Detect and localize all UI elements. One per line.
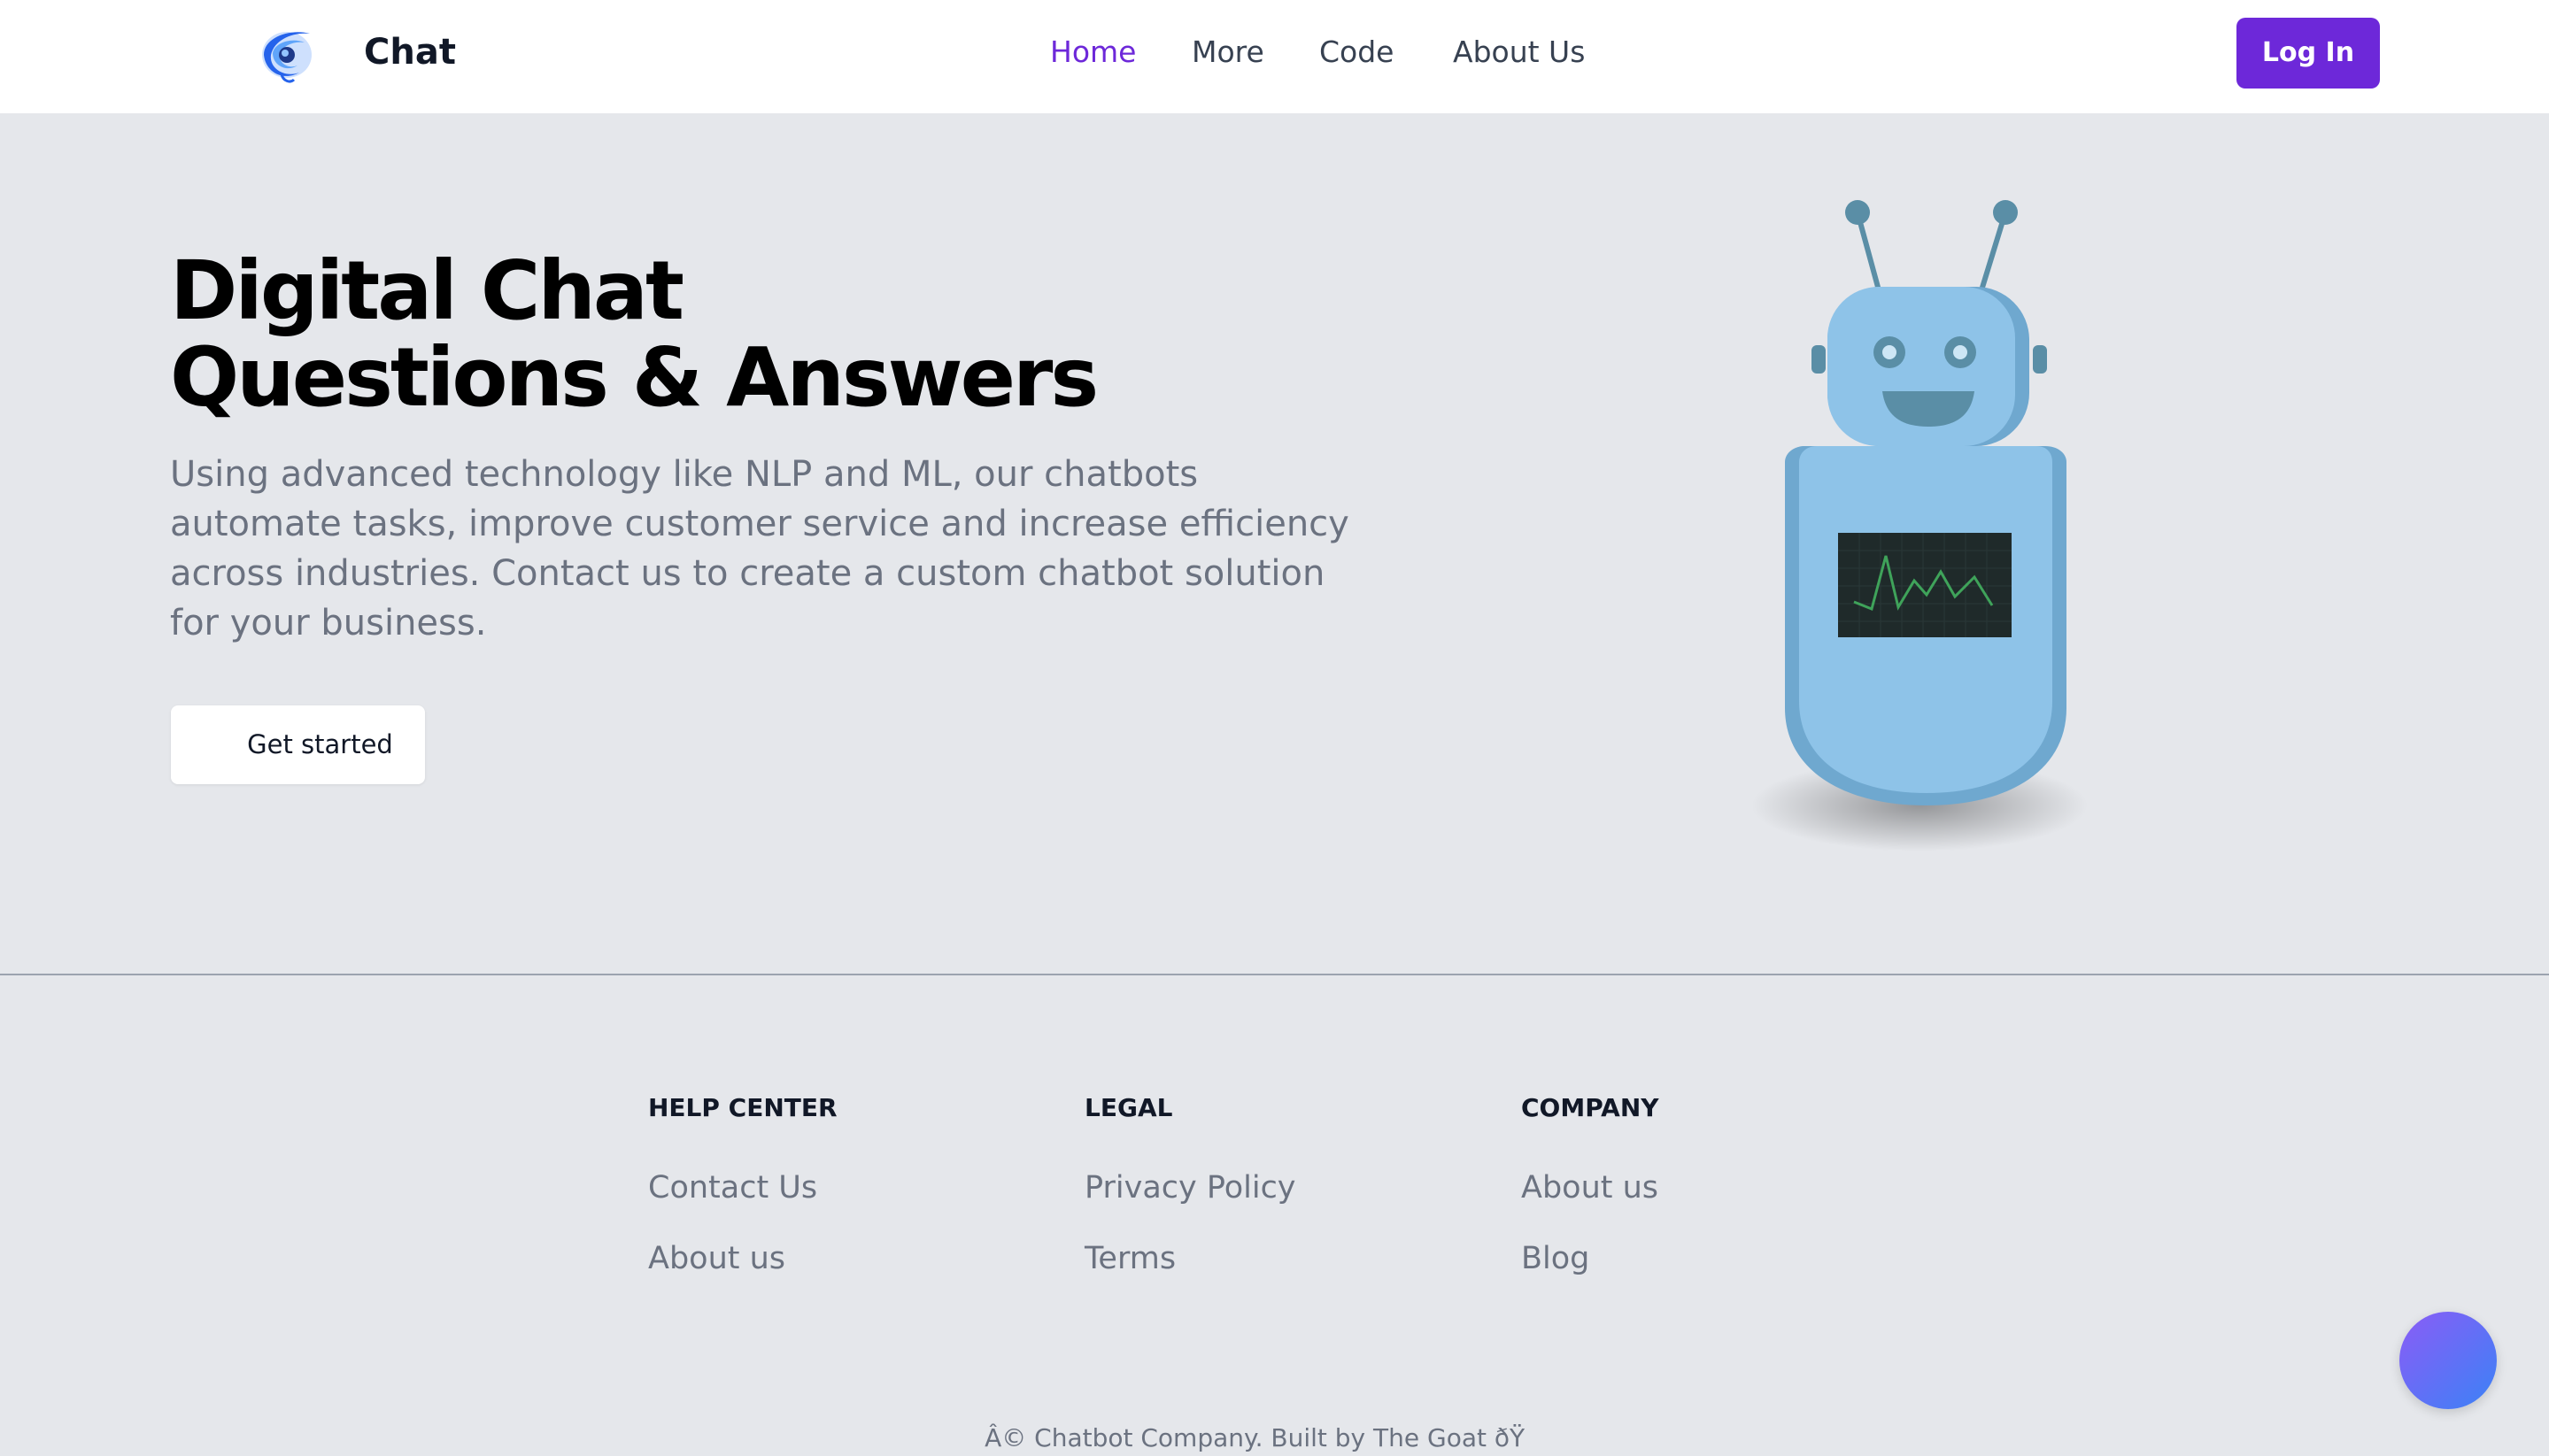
top-navbar: Chat Home More Code About Us Log In — [0, 0, 2549, 113]
footer-divider — [0, 974, 2549, 975]
robot-illustration — [1751, 186, 2107, 859]
footer-link-company-about-us[interactable]: About us — [1521, 1167, 1658, 1209]
hero-title: Digital Chat Questions & Answers — [170, 243, 1099, 425]
footer-link-terms[interactable]: Terms — [1085, 1237, 1176, 1280]
footer-heading-help-center: HELP CENTER — [648, 1093, 838, 1122]
footer-heading-company: COMPANY — [1521, 1093, 1659, 1122]
footer-link-privacy-policy[interactable]: Privacy Policy — [1085, 1167, 1296, 1209]
footer-heading-legal: LEGAL — [1085, 1093, 1173, 1122]
brand-name[interactable]: Chat — [364, 27, 456, 78]
hero-title-line-2: Questions & Answers — [170, 330, 1099, 425]
logo-icon[interactable] — [255, 19, 322, 87]
footer-link-contact-us[interactable]: Contact Us — [648, 1167, 817, 1209]
footer-link-about-us[interactable]: About us — [648, 1237, 785, 1280]
nav-more[interactable]: More — [1192, 27, 1264, 78]
login-button[interactable]: Log In — [2236, 18, 2380, 89]
nav-code[interactable]: Code — [1319, 27, 1394, 78]
nav-home[interactable]: Home — [1050, 27, 1136, 78]
copyright-text: Â© Chatbot Company. Built by The Goat ðŸ… — [985, 1423, 1564, 1452]
nav-about-us[interactable]: About Us — [1453, 27, 1585, 78]
hero-title-line-1: Digital Chat — [170, 243, 684, 338]
footer-link-blog[interactable]: Blog — [1521, 1237, 1589, 1280]
chat-bubble-icon[interactable] — [2399, 1312, 2497, 1409]
hero-description: Using advanced technology like NLP and M… — [170, 454, 1349, 643]
get-started-button[interactable]: Get started — [171, 705, 425, 784]
